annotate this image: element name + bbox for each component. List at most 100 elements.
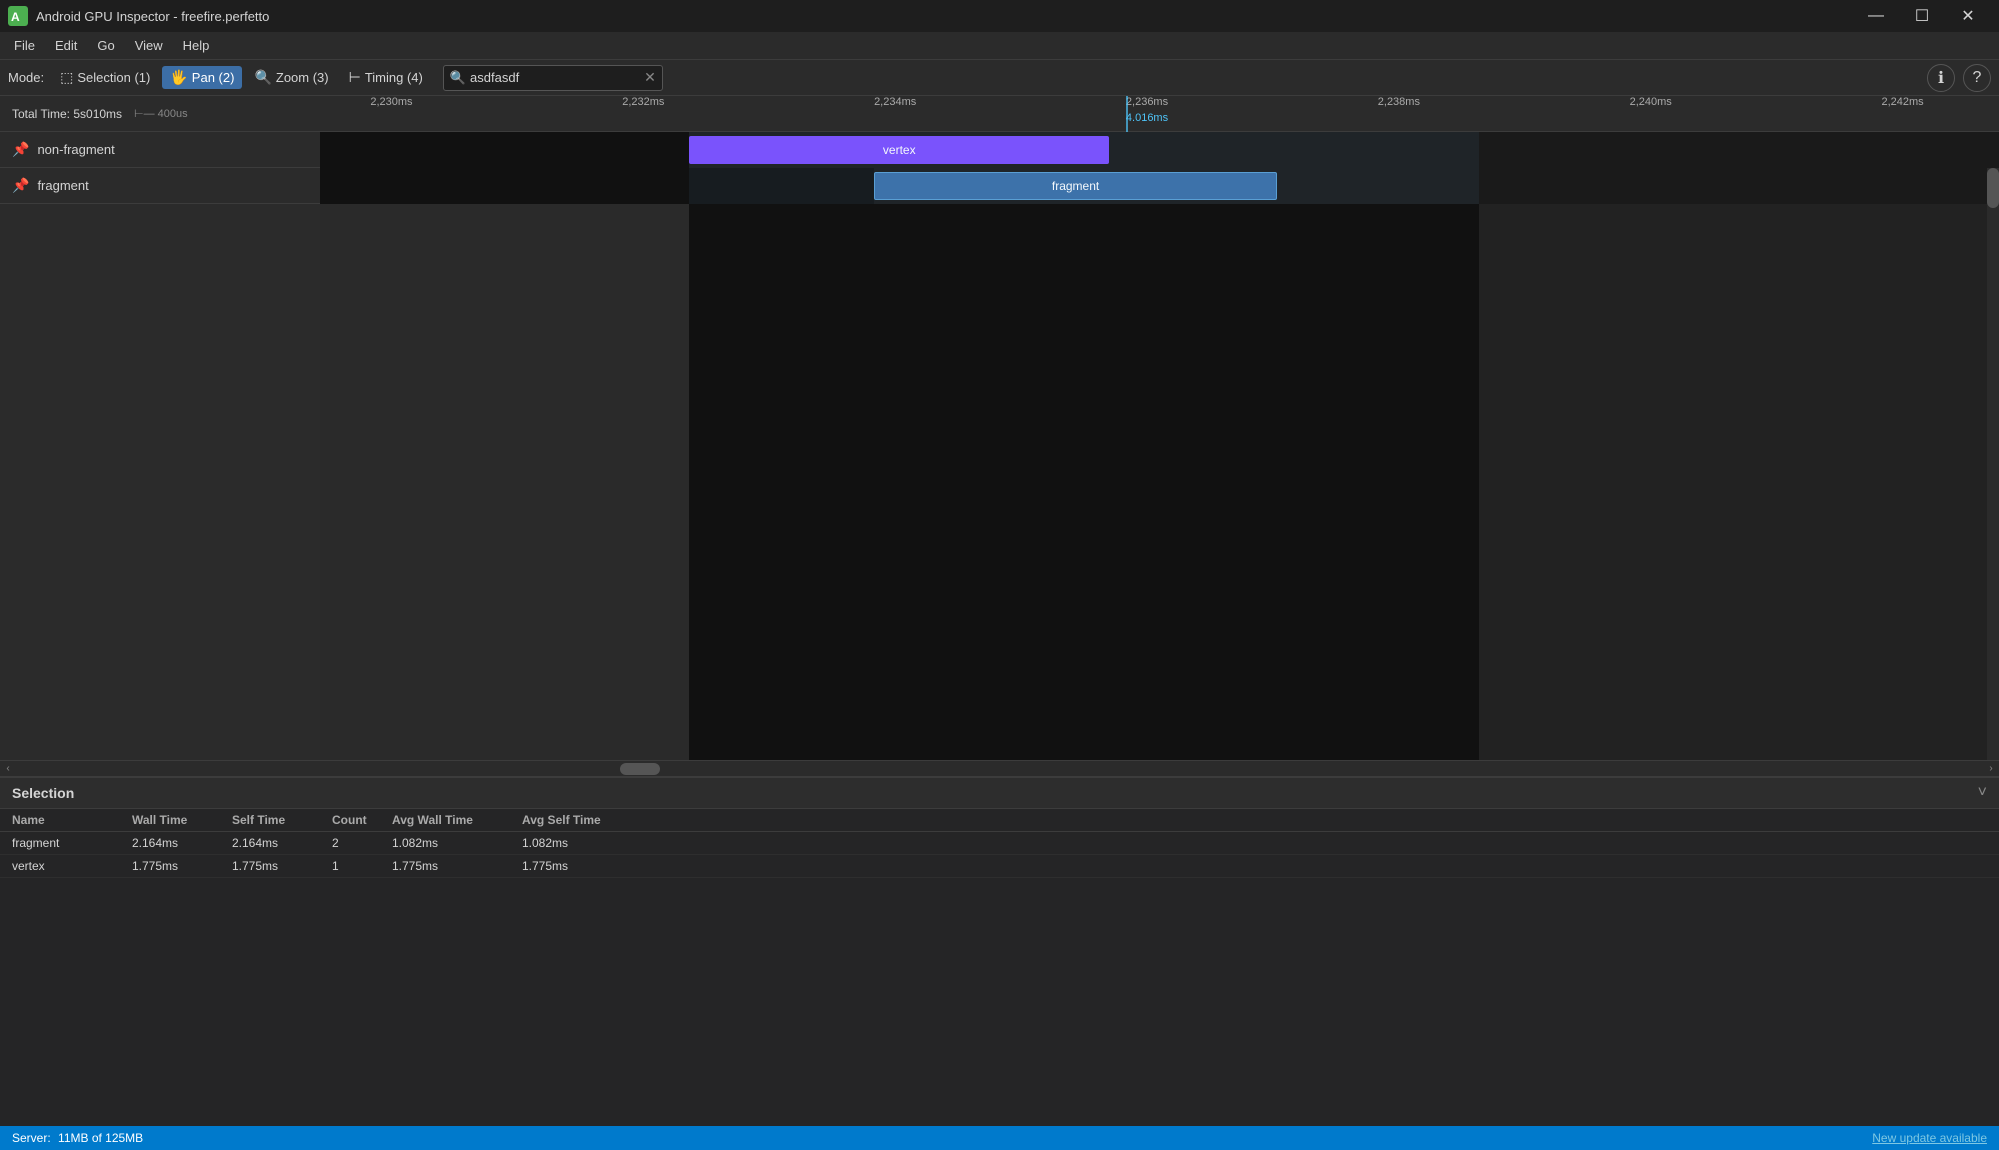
empty-band-selected <box>689 204 1478 760</box>
empty-track-content <box>320 204 1999 760</box>
col-header-self: Self Time <box>232 813 332 827</box>
timeline-header: Total Time: 5s010ms ⊢— 400us 2,230ms 2,2… <box>0 96 1999 132</box>
row-fragment-avgself: 1.082ms <box>522 836 652 850</box>
row-vertex-avgself: 1.775ms <box>522 859 652 873</box>
col-header-avgself: Avg Self Time <box>522 813 652 827</box>
info-icons: ℹ ? <box>1927 64 1991 92</box>
empty-band-right <box>1479 204 1999 760</box>
selection-panel: Selection ˅ Name Wall Time Self Time Cou… <box>0 776 1999 1126</box>
selection-table-body: fragment 2.164ms 2.164ms 2 1.082ms 1.082… <box>0 832 1999 1126</box>
selection-panel-header: Selection ˅ <box>0 778 1999 809</box>
mode-selection-button[interactable]: ⬚ Selection (1) <box>52 66 158 89</box>
menu-file[interactable]: File <box>4 34 45 57</box>
app-icon: A <box>8 6 28 26</box>
timeline-ruler: 2,230ms 2,232ms 2,234ms 2,236ms 2,238ms … <box>320 96 1999 132</box>
track-row-fragment: 📌 fragment fragment <box>0 168 1999 204</box>
minimize-button[interactable]: — <box>1853 0 1899 32</box>
vertical-scrollbar[interactable] <box>1987 168 1999 760</box>
row-vertex-name: vertex <box>12 859 132 873</box>
tick-6: 2,242ms <box>1881 96 1923 108</box>
tick-4: 2,238ms <box>1378 96 1420 108</box>
selection-icon: ⬚ <box>60 69 73 86</box>
row-fragment-wall: 2.164ms <box>132 836 232 850</box>
status-server-label: Server: <box>12 1131 51 1145</box>
selection-time-indicator: 4.016ms <box>1126 112 1168 124</box>
title-bar-controls: — ☐ ✕ <box>1853 0 1991 32</box>
row-fragment-name: fragment <box>12 836 132 850</box>
track-label-nonfragment: 📌 non-fragment <box>0 141 320 158</box>
fragment-region[interactable]: fragment <box>874 172 1277 200</box>
status-memory: Server: 11MB of 125MB <box>12 1131 143 1145</box>
table-row-vertex[interactable]: vertex 1.775ms 1.775ms 1 1.775ms 1.775ms <box>0 855 1999 878</box>
title-bar-left: A Android GPU Inspector - freefire.perfe… <box>8 6 269 26</box>
menu-bar: File Edit Go View Help <box>0 32 1999 60</box>
close-button[interactable]: ✕ <box>1945 0 1991 32</box>
mode-zoom-button[interactable]: 🔍 Zoom (3) <box>246 66 336 89</box>
mode-timing-button[interactable]: ⊢ Timing (4) <box>341 66 431 89</box>
menu-view[interactable]: View <box>125 34 173 57</box>
pin-icon-nonfragment: 📌 <box>12 141 29 158</box>
zoom-icon: 🔍 <box>254 69 271 86</box>
mode-zoom-label: Zoom (3) <box>276 70 329 85</box>
status-bar: Server: 11MB of 125MB New update availab… <box>0 1126 1999 1150</box>
selection-collapse-button[interactable]: ˅ <box>1978 784 1987 802</box>
tick-2: 2,234ms <box>874 96 916 108</box>
track-canvas-nonfragment[interactable]: vertex <box>320 132 1999 168</box>
toolbar: Mode: ⬚ Selection (1) 🖐 Pan (2) 🔍 Zoom (… <box>0 60 1999 96</box>
dark-band-left-f <box>320 168 874 204</box>
row-vertex-avgwall: 1.775ms <box>392 859 522 873</box>
hscroll-thumb[interactable] <box>620 763 660 775</box>
tick-1: 2,232ms <box>622 96 664 108</box>
track-name-nonfragment: non-fragment <box>37 142 114 157</box>
track-label-fragment: 📌 fragment <box>0 177 320 194</box>
empty-band-left <box>320 204 689 760</box>
search-box[interactable]: 🔍 ✕ <box>443 65 663 91</box>
tick-0: 2,230ms <box>370 96 412 108</box>
empty-track-area <box>0 204 1999 760</box>
search-clear-button[interactable]: ✕ <box>644 69 656 86</box>
help-button[interactable]: ? <box>1963 64 1991 92</box>
row-fragment-self: 2.164ms <box>232 836 332 850</box>
menu-go[interactable]: Go <box>87 34 124 57</box>
maximize-button[interactable]: ☐ <box>1899 0 1945 32</box>
info-button[interactable]: ℹ <box>1927 64 1955 92</box>
dark-band-left-nf <box>320 132 689 168</box>
title-bar: A Android GPU Inspector - freefire.perfe… <box>0 0 1999 32</box>
selection-time-value: 4.016ms <box>1126 112 1168 124</box>
track-row-nonfragment: 📌 non-fragment vertex <box>0 132 1999 168</box>
status-memory-value: 11MB of 125MB <box>58 1131 143 1145</box>
search-input[interactable] <box>470 70 644 85</box>
mode-label: Mode: <box>8 70 44 85</box>
dark-band-right-nf <box>1109 132 1999 168</box>
selection-panel-title: Selection <box>12 785 74 801</box>
row-vertex-wall: 1.775ms <box>132 859 232 873</box>
total-time-label: Total Time: 5s010ms ⊢— 400us <box>0 107 320 121</box>
horizontal-scrollbar[interactable]: ‹ › <box>0 760 1999 776</box>
row-vertex-count: 1 <box>332 859 392 873</box>
update-link[interactable]: New update available <box>1872 1131 1987 1145</box>
vscroll-thumb[interactable] <box>1987 168 1999 208</box>
svg-text:A: A <box>11 10 20 24</box>
table-row-fragment[interactable]: fragment 2.164ms 2.164ms 2 1.082ms 1.082… <box>0 832 1999 855</box>
selection-line <box>1126 96 1128 132</box>
empty-left-panel <box>0 204 320 760</box>
tick-3: 2,236ms <box>1126 96 1168 108</box>
timeline-container: Total Time: 5s010ms ⊢— 400us 2,230ms 2,2… <box>0 96 1999 776</box>
mode-selection-label: Selection (1) <box>77 70 150 85</box>
vertex-region[interactable]: vertex <box>689 136 1109 164</box>
menu-help[interactable]: Help <box>173 34 220 57</box>
row-vertex-self: 1.775ms <box>232 859 332 873</box>
mode-pan-button[interactable]: 🖐 Pan (2) <box>162 66 242 89</box>
row-fragment-count: 2 <box>332 836 392 850</box>
tracks-area: 📌 non-fragment vertex <box>0 132 1999 760</box>
col-header-count: Count <box>332 813 392 827</box>
mode-pan-label: Pan (2) <box>192 70 235 85</box>
pan-icon: 🖐 <box>170 69 187 86</box>
hscroll-left-arrow[interactable]: ‹ <box>0 761 16 777</box>
dark-band-right-f <box>1277 168 1999 204</box>
track-canvas-fragment[interactable]: fragment <box>320 168 1999 204</box>
mode-timing-label: Timing (4) <box>365 70 423 85</box>
menu-edit[interactable]: Edit <box>45 34 87 57</box>
hscroll-right-arrow[interactable]: › <box>1983 761 1999 777</box>
tick-5: 2,240ms <box>1630 96 1672 108</box>
